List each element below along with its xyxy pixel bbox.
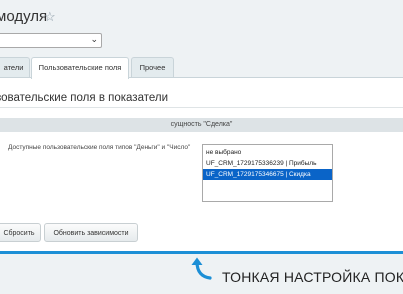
tab-panel: зовательские поля в показатели сущность … [0,77,403,251]
field-label: Доступные пользовательские поля типов "Д… [8,144,191,151]
update-dependencies-button[interactable]: Обновить зависимости [44,223,138,242]
tab-label: Прочее [139,63,166,72]
star-icon[interactable]: ☆ [44,9,56,25]
list-option[interactable]: не выбрано [203,147,332,158]
module-select[interactable]: ⌄ [0,33,102,48]
list-option-selected[interactable]: UF_CRM_1729175346675 | Скидка [203,169,332,180]
curved-arrow-icon [191,257,212,280]
tab-other[interactable]: Прочее [131,57,174,78]
list-option[interactable]: UF_CRM_1729175336239 | Прибыль [203,158,332,169]
entity-header: сущность "Сделка" [0,118,403,132]
tab-user-fields[interactable]: Пользовательские поля [31,57,129,79]
tab-label: Пользовательские поля [38,63,122,72]
accent-divider [0,251,403,254]
chevron-down-icon: ⌄ [90,34,98,44]
tab-indicators[interactable]: атели [0,57,30,78]
tab-label: атели [3,63,24,72]
user-fields-listbox[interactable]: не выбрано UF_CRM_1729175336239 | Прибыл… [202,144,333,202]
section-title: зовательские поля в показатели [0,92,168,104]
reset-button[interactable]: Сбросить [0,223,41,242]
hint-caption: ТОНКАЯ НАСТРОЙКА ПОК [222,269,403,285]
divider [0,107,403,108]
page-title: модуля [0,8,48,25]
